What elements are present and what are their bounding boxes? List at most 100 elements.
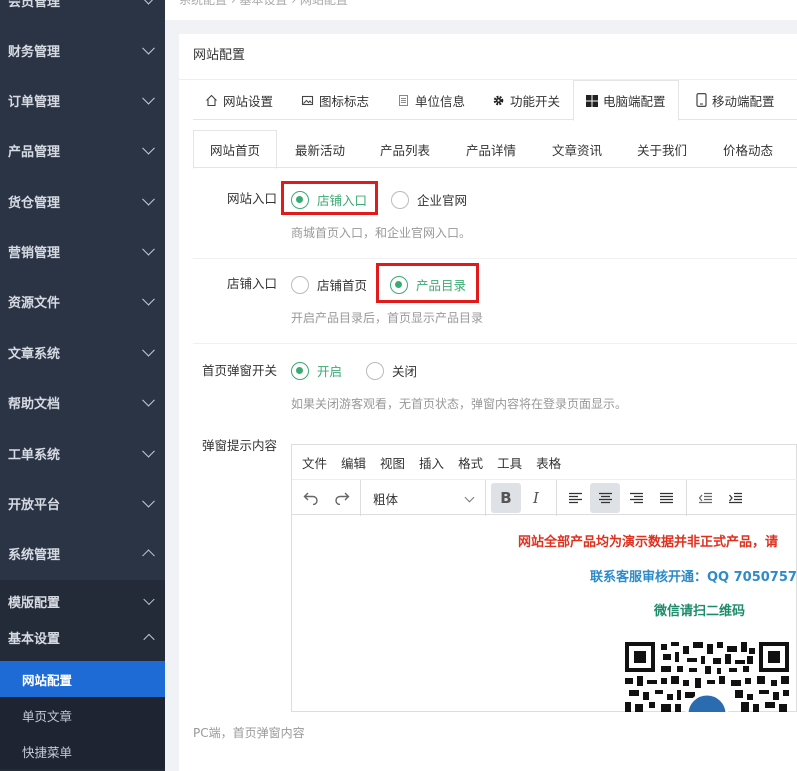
menu-view[interactable]: 视图 xyxy=(380,453,405,472)
entry-hint: 商城首页入口，和企业官网入口。 xyxy=(291,226,472,240)
chevron-down-icon xyxy=(464,492,475,503)
menu-edit[interactable]: 编辑 xyxy=(341,453,366,472)
radio-popup-on[interactable]: 开启 xyxy=(291,361,342,380)
chevron-down-icon xyxy=(142,393,155,407)
tab-feature-switch[interactable]: 功能开关 xyxy=(492,80,560,120)
chevron-up-icon xyxy=(143,633,155,646)
tab-articles[interactable]: 文章资讯 xyxy=(552,130,602,168)
sidebar-item-tickets[interactable]: 工单系统 xyxy=(0,428,165,478)
radio-shop-home[interactable]: 店铺首页 xyxy=(291,275,367,294)
tab-product-list[interactable]: 产品列表 xyxy=(380,130,430,168)
menu-file[interactable]: 文件 xyxy=(302,453,327,472)
tab-price-trends[interactable]: 价格动态 xyxy=(723,130,773,168)
sidebar-item-label: 系统管理 xyxy=(8,547,61,563)
doc-icon xyxy=(399,94,408,106)
radio-popup-off[interactable]: 关闭 xyxy=(366,361,417,380)
align-right-icon[interactable] xyxy=(621,483,651,513)
bold-button[interactable]: B xyxy=(491,483,521,513)
sidebar-item-label: 货仓管理 xyxy=(8,195,61,211)
config-card: 网站配置 网站设置 图标标志 单位信息 功能开关 电脑端配置 移动端配置 网站首… xyxy=(179,34,797,771)
submenu-basic-settings[interactable]: 基本设置 xyxy=(0,619,165,655)
sidebar-item-label: 财务管理 xyxy=(8,44,61,60)
font-select[interactable]: 粗体 xyxy=(360,480,486,516)
tab-about-us[interactable]: 关于我们 xyxy=(637,130,687,168)
submenu-template[interactable]: 模版配置 xyxy=(0,583,165,619)
menu-insert[interactable]: 插入 xyxy=(419,453,444,472)
radio-circle xyxy=(291,361,309,380)
sidebar-item-articles[interactable]: 文章系统 xyxy=(0,327,165,377)
radio-corporate-site[interactable]: 企业官网 xyxy=(391,190,467,209)
sidebar-item-label: 营销管理 xyxy=(8,245,61,261)
sidebar-item-label: 会员管理 xyxy=(8,0,61,10)
italic-button[interactable]: I xyxy=(521,483,551,513)
sidebar-item-help[interactable]: 帮助文档 xyxy=(0,377,165,427)
shop-entry-hint: 开启产品目录后，首页显示产品目录 xyxy=(291,311,484,325)
tab-label: 最新活动 xyxy=(295,142,346,158)
tab-label: 关于我们 xyxy=(637,142,688,158)
editor-hint: PC端，首页弹窗内容 xyxy=(193,726,305,740)
tab-site-settings[interactable]: 网站设置 xyxy=(205,80,273,120)
submenu-leaf-single-page[interactable]: 单页文章 xyxy=(0,697,165,733)
sidebar-item-system[interactable]: 系统管理 xyxy=(0,528,165,578)
editor-toolbar: 粗体 B I xyxy=(292,479,797,516)
sidebar-item-open-platform[interactable]: 开放平台 xyxy=(0,478,165,528)
tab-label: 产品列表 xyxy=(380,142,431,158)
radio-label: 关闭 xyxy=(392,364,418,379)
popup-switch-hint: 如果关闭游客观看，无首页状态，弹窗内容将在登录页面显示。 xyxy=(291,397,628,411)
tab-label: 电脑端配置 xyxy=(603,94,666,109)
align-left-icon[interactable] xyxy=(560,483,590,513)
tab-icons-logo[interactable]: 图标标志 xyxy=(301,80,369,120)
tab-label: 网站设置 xyxy=(223,93,274,109)
toolbar-separator xyxy=(686,480,687,516)
image-icon xyxy=(301,95,314,105)
indent-icon[interactable] xyxy=(720,483,750,513)
align-center-icon[interactable] xyxy=(590,483,620,513)
submenu-leaf-shortcut-menu[interactable]: 快捷菜单 xyxy=(0,733,165,769)
windows-icon xyxy=(586,94,598,107)
chevron-down-icon xyxy=(142,444,155,458)
submenu-leaf-site-config[interactable]: 网站配置 xyxy=(0,661,165,697)
sidebar-item-warehouse[interactable]: 货仓管理 xyxy=(0,176,165,226)
mobile-icon xyxy=(696,93,707,107)
chevron-down-icon xyxy=(142,0,155,5)
tab-unit-info[interactable]: 单位信息 xyxy=(397,80,465,120)
tab-pc-config[interactable]: 电脑端配置 xyxy=(573,80,679,121)
sidebar-item-label: 产品管理 xyxy=(8,144,61,160)
chevron-down-icon xyxy=(142,141,155,155)
align-justify-icon[interactable] xyxy=(651,483,681,513)
tab-label: 文章资讯 xyxy=(552,142,603,158)
sidebar-item-orders[interactable]: 订单管理 xyxy=(0,75,165,125)
entry-label: 网站入口 xyxy=(226,191,277,206)
tab-home[interactable]: 网站首页 xyxy=(193,130,278,169)
sidebar-item-marketing[interactable]: 营销管理 xyxy=(0,226,165,276)
sidebar-item-finance[interactable]: 财务管理 xyxy=(0,25,165,75)
redo-icon[interactable] xyxy=(327,483,357,513)
sidebar-item-label: 资源文件 xyxy=(8,295,61,311)
tab-label: 功能开关 xyxy=(510,93,561,109)
breadcrumb: 系统配置 › 基本设置 › 网站配置 xyxy=(165,0,797,20)
outdent-icon[interactable] xyxy=(690,483,720,513)
tab-label: 价格动态 xyxy=(723,142,774,158)
main-content: 网站配置 网站设置 图标标志 单位信息 功能开关 电脑端配置 移动端配置 网站首… xyxy=(165,20,797,771)
config-tabs: 网站设置 图标标志 单位信息 功能开关 电脑端配置 移动端配置 xyxy=(193,80,797,121)
popup-text-label: 弹窗提示内容 xyxy=(201,438,277,453)
menu-table[interactable]: 表格 xyxy=(536,453,561,472)
undo-icon[interactable] xyxy=(296,483,326,513)
page-tabs: 网站首页 最新活动 产品列表 产品详情 文章资讯 关于我们 价格动态 xyxy=(193,130,797,169)
sidebar-item-members[interactable]: 会员管理 xyxy=(0,0,165,25)
menu-tools[interactable]: 工具 xyxy=(497,453,522,472)
tab-product-detail[interactable]: 产品详情 xyxy=(466,130,516,168)
sidebar-item-label: 文章系统 xyxy=(8,346,61,362)
sidebar-item-products[interactable]: 产品管理 xyxy=(0,125,165,175)
menu-format[interactable]: 格式 xyxy=(458,453,483,472)
tab-latest-activity[interactable]: 最新活动 xyxy=(295,130,345,168)
tab-mobile-config[interactable]: 移动端配置 xyxy=(696,80,775,120)
sidebar-item-resources[interactable]: 资源文件 xyxy=(0,276,165,326)
divider xyxy=(193,258,797,259)
sidebar-item-label: 订单管理 xyxy=(8,94,61,110)
highlight-box xyxy=(376,263,479,303)
home-icon xyxy=(206,94,217,106)
radio-circle xyxy=(366,361,384,380)
sidebar: 会员管理 财务管理 订单管理 产品管理 货仓管理 营销管理 资源文件 文章系统 … xyxy=(0,0,165,771)
radio-label: 店铺首页 xyxy=(317,278,368,293)
